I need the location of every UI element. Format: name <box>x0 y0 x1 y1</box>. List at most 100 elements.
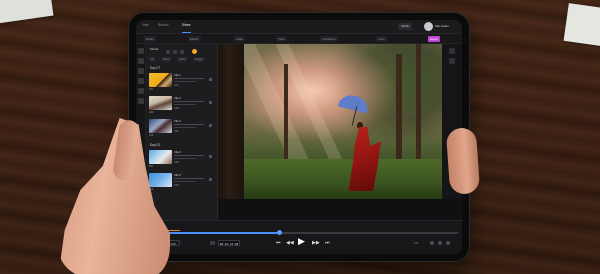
text-icon[interactable] <box>138 88 144 94</box>
list-item[interactable]: Clip 1 0:14 A01 <box>149 73 215 92</box>
volume-icon[interactable] <box>430 241 434 245</box>
user-name: Max Aiden <box>435 24 450 28</box>
filter-all[interactable]: All <box>149 57 156 62</box>
select-circle-icon[interactable] <box>209 101 212 104</box>
skip-back-icon[interactable]: ⏮ <box>276 238 281 248</box>
tree-trunk <box>416 44 421 162</box>
subtab-transitions[interactable]: Transitions <box>320 36 338 42</box>
clip-label: B01 <box>149 165 154 168</box>
clip-thumbnail <box>149 96 172 110</box>
clip-meta <box>174 158 196 160</box>
umbrella <box>337 92 371 114</box>
playhead-handle[interactable] <box>277 230 283 235</box>
clip-title: Clip 2 <box>174 97 181 100</box>
tab-view[interactable]: View <box>142 23 149 27</box>
group-header[interactable]: Day 02 <box>150 143 160 147</box>
list-icon[interactable] <box>138 68 144 74</box>
clip-duration: 0:08 <box>174 107 179 110</box>
clip-meta <box>174 78 204 80</box>
more-icon[interactable] <box>446 241 450 245</box>
select-circle-icon[interactable] <box>209 155 212 158</box>
camera-icon[interactable] <box>210 241 215 245</box>
panel-title: Media <box>150 47 159 51</box>
filter-icon[interactable] <box>180 50 184 54</box>
tab-share[interactable]: Share <box>182 23 191 27</box>
clip-thumbnail <box>149 119 172 133</box>
subtab-color[interactable]: Color <box>376 36 387 42</box>
crop-icon[interactable] <box>449 58 455 64</box>
paper-sheet <box>563 3 600 47</box>
play-icon[interactable]: ▶ <box>298 236 305 246</box>
media-panel: Media All Video Audio Images Day 07 Clip… <box>146 44 218 220</box>
select-circle-icon[interactable] <box>209 178 212 181</box>
avatar[interactable] <box>424 22 433 31</box>
clip-duration: 0:09 <box>174 161 179 164</box>
right-hand-finger <box>445 127 481 195</box>
effects-icon[interactable] <box>138 98 144 104</box>
list-item[interactable]: Clip 4 0:09 B01 <box>149 150 215 169</box>
clip-meta <box>174 127 196 129</box>
light-ray <box>244 44 311 172</box>
sort-icon[interactable] <box>173 50 177 54</box>
clip-meta <box>174 104 196 106</box>
list-item[interactable]: Clip 2 0:08 A02 <box>149 96 215 115</box>
top-header: View Review Share SAVE Max Aiden <box>136 20 462 34</box>
clip-duration: 0:06 <box>174 184 179 187</box>
fullscreen-icon[interactable] <box>438 241 442 245</box>
fit-button[interactable]: FIT <box>412 240 420 246</box>
filter-video[interactable]: Video <box>161 57 172 62</box>
preview-frame[interactable] <box>244 44 442 199</box>
tree-trunk <box>284 64 288 164</box>
clip-meta <box>174 178 204 180</box>
clip-meta <box>174 124 204 126</box>
list-item[interactable]: Clip 3 0:11 A03 <box>149 119 215 138</box>
filter-audio[interactable]: Audio <box>177 57 188 62</box>
clip-title: Clip 3 <box>174 120 181 123</box>
active-tab-indicator <box>182 32 191 33</box>
tablet-device: View Review Share SAVE Max Aiden Media E… <box>128 12 470 262</box>
clip-meta <box>174 101 204 103</box>
clip-title: Clip 4 <box>174 151 181 154</box>
subtab-export[interactable]: Export <box>428 36 441 42</box>
record-icon[interactable] <box>192 49 197 54</box>
tree-trunk <box>396 54 402 164</box>
clip-label: A01 <box>149 88 154 91</box>
tab-review[interactable]: Review <box>158 23 168 27</box>
select-circle-icon[interactable] <box>209 124 212 127</box>
subtab-audio[interactable]: Audio <box>234 36 246 42</box>
clip-duration: 0:14 <box>174 84 179 87</box>
subtab-effects[interactable]: Effects <box>188 36 201 42</box>
clip-thumbnail <box>149 150 172 164</box>
clip-label: A03 <box>149 134 154 137</box>
timecode-display: 00:01:23:08 <box>218 240 240 246</box>
fast-forward-icon[interactable]: ▶▶ <box>312 238 320 248</box>
transport-bar: SPEED LOOP 00:01:23:08 ⏮ ◀◀ ▶ ▶▶ ⏭ FIT <box>136 220 462 254</box>
clip-meta <box>174 155 204 157</box>
clip-label: A02 <box>149 111 154 114</box>
subtab-titles[interactable]: Titles <box>276 36 287 42</box>
desk-scene: View Review Share SAVE Max Aiden Media E… <box>0 0 600 274</box>
skip-forward-icon[interactable]: ⏭ <box>325 238 330 248</box>
list-item[interactable]: Clip 5 0:06 B02 <box>149 173 215 192</box>
clip-title: Clip 1 <box>174 74 181 77</box>
filter-row: All Video Audio Images <box>149 57 215 62</box>
group-header[interactable]: Day 07 <box>150 66 160 70</box>
filter-images[interactable]: Images <box>193 57 205 62</box>
settings-icon[interactable] <box>449 48 455 54</box>
grid-icon[interactable] <box>138 58 144 64</box>
select-circle-icon[interactable] <box>209 78 212 81</box>
paper-sheet <box>0 0 54 25</box>
clip-meta <box>174 181 196 183</box>
toolbar-tabs: Media Effects Audio Titles Transitions C… <box>136 34 462 44</box>
audio-icon[interactable] <box>138 78 144 84</box>
grass-ground <box>244 159 442 199</box>
subtab-media[interactable]: Media <box>144 36 156 42</box>
folder-icon[interactable] <box>138 48 144 54</box>
clip-meta <box>174 81 196 83</box>
clip-thumbnail <box>149 173 172 187</box>
save-button[interactable]: SAVE <box>398 23 412 30</box>
rewind-icon[interactable]: ◀◀ <box>286 238 294 248</box>
video-editor-app: View Review Share SAVE Max Aiden Media E… <box>136 20 462 254</box>
search-icon[interactable] <box>166 50 170 54</box>
clip-thumbnail <box>149 73 172 87</box>
